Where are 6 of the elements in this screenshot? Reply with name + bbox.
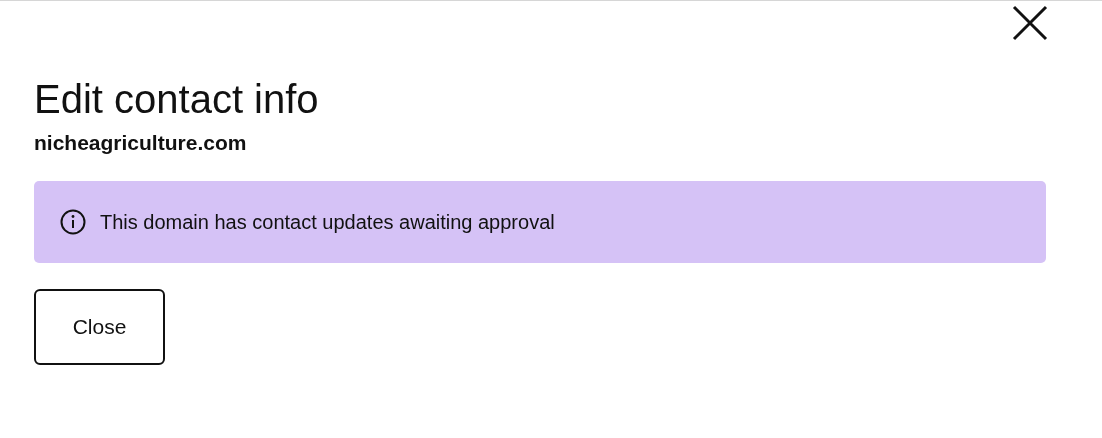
info-icon: [60, 209, 86, 235]
close-button[interactable]: Close: [34, 289, 165, 365]
notice-text: This domain has contact updates awaiting approval: [100, 210, 555, 234]
close-button[interactable]: [1012, 5, 1048, 41]
domain-name: nicheagriculture.com: [34, 131, 248, 155]
dialog-title: Edit contact info: [34, 76, 320, 123]
